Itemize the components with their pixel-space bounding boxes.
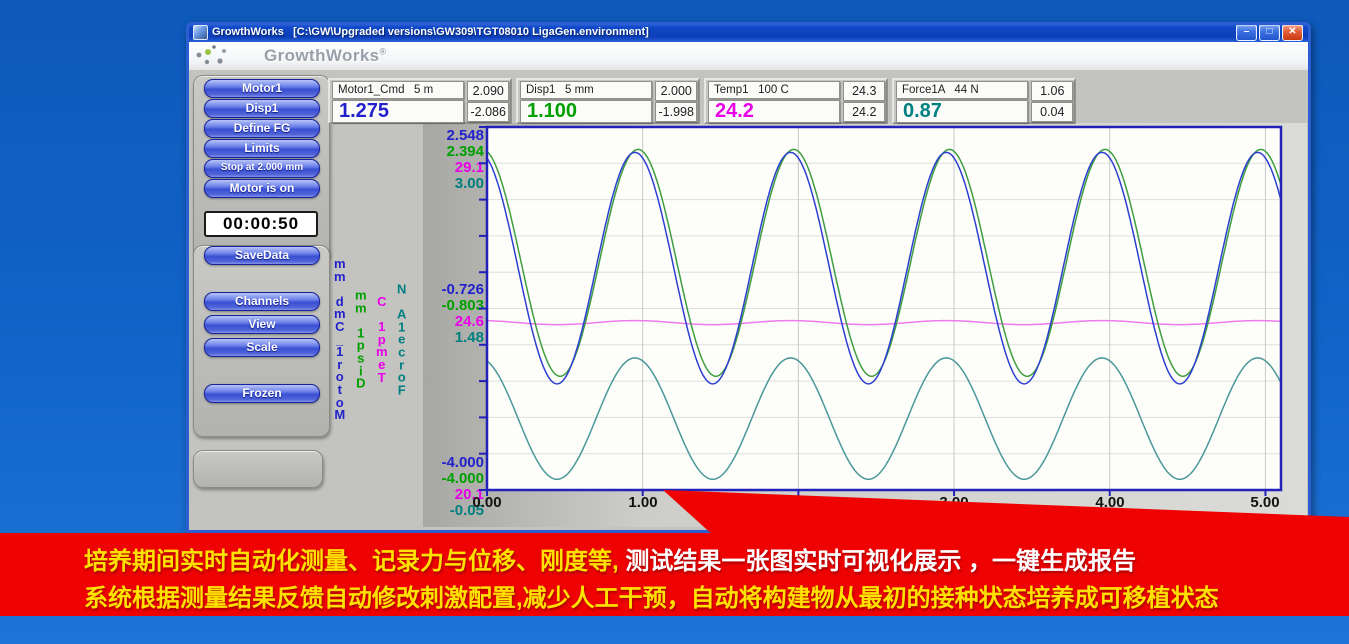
readout-min: -1.998 [655,102,697,122]
y-label: -4.000 [441,470,484,487]
savedata-button[interactable]: SaveData [204,246,320,265]
y-axis-labels-middle: -0.726 -0.803 24.6 1.48 [420,282,484,346]
x-tick-label: 0.00 [472,494,502,511]
app-window: GrowthWorks [C:\GW\Upgraded versions\GW3… [186,22,1311,533]
readout-title: Temp1 100 C [708,81,841,99]
scale-button[interactable]: Scale [204,338,320,357]
disp1-button[interactable]: Disp1 [204,99,320,118]
readout-min: 24.2 [843,102,885,122]
x-tick-label: 2.00 [783,494,813,511]
force1a-readout: Force1A 44 N 0.87 1.06 0.04 [892,78,1076,124]
growthworks-logo-icon [196,45,226,65]
x-tick-label: 4.00 [1095,494,1125,511]
y-label: 2.394 [446,143,484,160]
y-label: -4.000 [441,454,484,471]
define-fg-button[interactable]: Define FG [204,119,320,138]
annotation-banner: 培养期间实时自动化测量、记录力与位移、刚度等, 测试结果一张图实时可视化展示 ，… [0,533,1349,616]
channel-name-motor1-cmd: Mo t o r 1 _ Cm d mm [334,256,346,423]
readout-value: 1.275 [332,100,465,123]
y-label: 3.00 [454,175,484,192]
minimize-button[interactable]: – [1236,23,1257,41]
desktop: GrowthWorks [C:\GW\Upgraded versions\GW3… [0,0,1349,644]
x-tick-label: 1.00 [628,494,658,511]
y-label: 24.6 [454,313,484,330]
limits-button[interactable]: Limits [204,139,320,158]
scope-panel: SCOPE Channels View Scale Frozen SaveDat… [193,245,330,437]
empty-panel [193,450,323,488]
readout-minmax: 2.090 -2.086 [467,81,509,122]
readout-main: Disp1 5 mm 1.100 [520,81,653,123]
readout-value: 1.100 [520,100,653,123]
close-button[interactable]: ✕ [1282,23,1303,41]
readout-main: Force1A 44 N 0.87 [896,81,1029,123]
banner-line2: 系统根据测量结果反馈自动修改刺激配置,减少人工干预，自动将构建物从最初的接种状态… [84,585,1219,612]
stop-at-button[interactable]: Stop at 2.000 mm [204,159,320,178]
readout-max: 24.3 [843,81,885,101]
temp1-readout: Temp1 100 C 24.2 24.3 24.2 [704,78,888,124]
brand-logo: GrowthWorks® [264,46,387,65]
y-label: -0.726 [441,281,484,298]
motor-is-on-button[interactable]: Motor is on [204,179,320,198]
app-icon [193,24,208,40]
readout-minmax: 2.000 -1.998 [655,81,697,122]
readout-minmax: 24.3 24.2 [843,81,885,122]
channels-button[interactable]: Channels [204,292,320,311]
readout-max: 2.090 [467,81,509,101]
readout-title: Force1A 44 N [896,81,1029,99]
readout-value: 0.87 [896,100,1029,123]
window-controls: – □ ✕ [1236,23,1303,41]
readout-min: -2.086 [467,102,509,122]
view-button[interactable]: View [204,315,320,334]
logo-header: GrowthWorks® [186,42,1311,70]
disp1-readout: Disp1 5 mm 1.100 2.000 -1.998 [516,78,700,124]
y-label: 2.548 [446,127,484,144]
window-title: GrowthWorks [C:\GW\Upgraded versions\GW3… [212,26,649,38]
x-tick-label: 5.00 [1250,494,1280,511]
x-tick-label: 3.00 [939,494,969,511]
channel-name-disp1: Disp1 mm [355,287,367,391]
motor1-cmd-readout: Motor1_Cmd 5 m 1.275 2.090 -2.086 [328,78,512,124]
banner-line1-yellow: 培养期间实时自动化测量、记录力与位移、刚度等, [84,548,626,575]
readout-title: Disp1 5 mm [520,81,653,99]
registered-mark: ® [379,46,387,57]
readout-min: 0.04 [1031,102,1073,122]
banner-line1-white: 测试结果一张图实时可视化展示 ，一键生成报告 [625,548,1137,575]
readout-value: 24.2 [708,100,841,123]
channel-name-force1a: Force1A N [397,281,407,398]
elapsed-timer: 00:00:50 [204,211,318,237]
readout-max: 1.06 [1031,81,1073,101]
motor1-button[interactable]: Motor1 [204,79,320,98]
y-axis-labels-top: 2.548 2.394 29.1 3.00 [420,128,484,192]
readout-main: Motor1_Cmd 5 m 1.275 [332,81,465,123]
readout-max: 2.000 [655,81,697,101]
maximize-button[interactable]: □ [1259,23,1280,41]
motor-control-panel: Motor1 Disp1 Define FG Limits Stop at 2.… [193,75,330,262]
banner-line1: 培养期间实时自动化测量、记录力与位移、刚度等, 测试结果一张图实时可视化展示 ，… [84,541,1136,576]
y-label: -0.803 [441,297,484,314]
titlebar[interactable]: GrowthWorks [C:\GW\Upgraded versions\GW3… [186,22,1311,42]
readout-title: Motor1_Cmd 5 m [332,81,465,99]
frozen-button[interactable]: Frozen [204,384,320,403]
channel-name-temp1: Temp1 C [376,293,388,385]
readout-minmax: 1.06 0.04 [1031,81,1073,122]
y-label: 29.1 [454,159,484,176]
y-label: 1.48 [454,329,484,346]
readout-main: Temp1 100 C 24.2 [708,81,841,123]
scope-plot [479,125,1283,496]
